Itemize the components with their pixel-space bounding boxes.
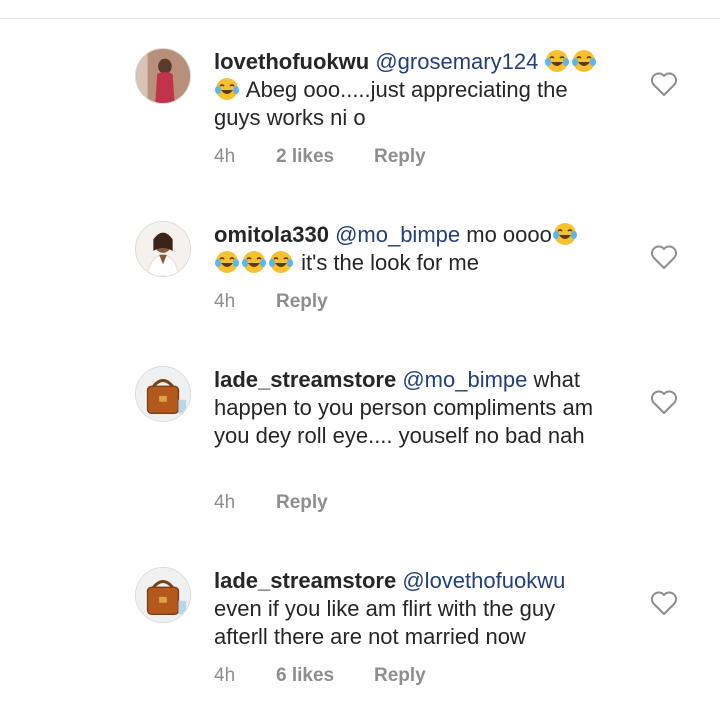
avatar[interactable] [135,567,191,623]
comment-username[interactable]: lovethofuokwu [214,49,369,74]
comment-meta: 4h 6 likes Reply [214,665,426,687]
comment-text: lade_streamstore @lovethofuokwu even if … [214,567,614,651]
comment-username[interactable]: lade_streamstore [214,367,396,392]
heart-outline-icon[interactable] [650,244,678,270]
avatar[interactable] [135,366,191,422]
reply-button[interactable]: Reply [374,146,426,168]
reply-button[interactable]: Reply [276,492,328,514]
comment-body: it's the look for me [295,250,479,275]
comment-text: omitola330 @mo_bimpe mo oooo it's the lo… [214,221,614,277]
comment-body: even if you like am flirt with the guy a… [214,596,556,649]
heart-outline-icon[interactable] [650,71,678,97]
comment-mention[interactable]: @lovethofuokwu [402,568,565,593]
comment-mention[interactable]: @grosemary124 [375,49,538,74]
comment-time: 4h [214,665,236,686]
reply-button[interactable]: Reply [374,665,426,687]
tears-of-joy-emoji [214,250,240,274]
comment-likes[interactable]: 6 likes [276,665,374,687]
comment-mention[interactable]: @mo_bimpe [402,367,527,392]
comment-body: Abeg ooo.....just appreciating the guys … [214,77,568,130]
comment-text: lovethofuokwu @grosemary124 Abeg ooo....… [214,48,614,132]
avatar[interactable] [135,221,191,277]
tears-of-joy-emoji [241,250,267,274]
comment-time: 4h [214,291,236,312]
comment-meta: 4h Reply [214,492,328,514]
comment-body: mo oooo [460,222,552,247]
comment-username[interactable]: lade_streamstore [214,568,396,593]
tears-of-joy-emoji [268,250,294,274]
comment-likes[interactable]: 2 likes [276,146,374,168]
comment-username[interactable]: omitola330 [214,222,329,247]
comment-text: lade_streamstore @mo_bimpe what happen t… [214,366,614,450]
tears-of-joy-emoji [214,77,240,101]
avatar[interactable] [135,48,191,104]
heart-outline-icon[interactable] [650,389,678,415]
comment-time: 4h [214,492,236,513]
comment-meta: 4h Reply [214,291,328,313]
heart-outline-icon[interactable] [650,590,678,616]
top-divider [0,0,720,19]
reply-button[interactable]: Reply [276,291,328,313]
tears-of-joy-emoji [552,222,578,246]
tears-of-joy-emoji [544,49,570,73]
tears-of-joy-emoji [571,49,597,73]
comment-meta: 4h 2 likes Reply [214,146,426,168]
comment-time: 4h [214,146,236,167]
comment-mention[interactable]: @mo_bimpe [335,222,460,247]
